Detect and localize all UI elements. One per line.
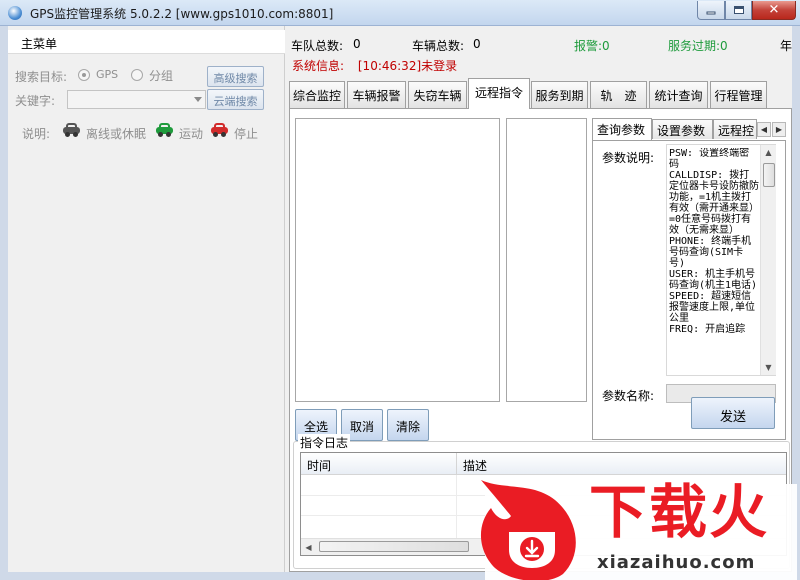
cloud-search-button[interactable]: 云端搜索	[207, 89, 264, 110]
tab-stolen-vehicle[interactable]: 失窃车辆	[408, 81, 467, 108]
advanced-search-button[interactable]: 高级搜索	[207, 66, 264, 87]
tab-remote-command[interactable]: 远程指令	[468, 78, 530, 109]
param-desc-box[interactable]: PSW: 设置终端密码 CALLDISP: 拨打定位器卡号设防撤防功能，=1机主…	[666, 144, 776, 376]
clear-button[interactable]: 清除	[387, 409, 429, 441]
scroll-thumb[interactable]	[763, 163, 775, 187]
car-moving-icon	[156, 123, 173, 137]
column-description[interactable]: 描述	[463, 457, 487, 474]
legend-label: 说明:	[22, 127, 51, 141]
maximize-button[interactable]	[725, 1, 752, 20]
car-stopped-icon	[211, 123, 228, 137]
tab-scroll-left-icon[interactable]: ◀	[757, 122, 771, 137]
scroll-up-icon[interactable]: ▲	[761, 145, 776, 160]
watermark-flame-logo-icon	[480, 480, 576, 580]
minimize-button[interactable]	[697, 1, 725, 20]
car-offline-icon	[63, 123, 80, 137]
left-panel: 主菜单 搜索目标: GPS 分组 高级搜索 关键字: 云端搜索 说明: 离线或休…	[8, 26, 285, 572]
scroll-left-icon[interactable]: ◀	[301, 540, 316, 555]
tab-vehicle-alarm[interactable]: 车辆报警	[347, 81, 406, 108]
tab-service-expiry[interactable]: 服务到期	[531, 81, 588, 108]
main-menu-header[interactable]: 主菜单	[8, 30, 285, 54]
maximize-icon	[733, 6, 744, 14]
scroll-down-icon[interactable]: ▼	[761, 360, 776, 375]
keyword-combobox[interactable]	[67, 90, 206, 109]
command-log-title: 指令日志	[298, 434, 351, 451]
param-desc-scrollbar[interactable]: ▲ ▼	[760, 145, 776, 375]
tab-remote-control[interactable]: 远程控	[713, 119, 757, 139]
alarm-count: 报警:0	[574, 39, 610, 53]
tab-set-params[interactable]: 设置参数	[652, 119, 713, 139]
param-desc-text: PSW: 设置终端密码 CALLDISP: 拨打定位器卡号设防撤防功能，=1机主…	[669, 148, 759, 335]
vehicle-count-label: 车辆总数:	[412, 39, 465, 53]
radio-gps-label: GPS	[96, 68, 119, 81]
param-tab-strip: 查询参数 设置参数 远程控 ◀ ▶	[592, 118, 786, 142]
close-button[interactable]: ✕	[752, 1, 796, 20]
close-icon: ✕	[768, 2, 780, 18]
legend-stopped-label: 停止	[234, 127, 259, 141]
chevron-down-icon	[194, 97, 202, 102]
keyword-label: 关键字:	[15, 94, 56, 108]
radio-gps[interactable]	[78, 69, 90, 81]
window-title-bar: GPS监控管理系统 5.0.2.2 [www.gps1010.com:8801]…	[0, 0, 800, 26]
window-title: GPS监控管理系统 5.0.2.2 [www.gps1010.com:8801]	[30, 7, 334, 21]
tab-track[interactable]: 轨 迹	[590, 81, 647, 108]
tab-trip-management[interactable]: 行程管理	[710, 81, 767, 108]
search-target-label: 搜索目标:	[15, 70, 68, 84]
watermark: 下载火 xiazaihuo.com	[473, 476, 800, 580]
main-tab-strip: 综合监控 车辆报警 失窃车辆 远程指令 服务到期 轨 迹 统计查询 行程管理	[289, 78, 792, 109]
legend-moving-label: 运动	[179, 127, 204, 141]
tab-statistics[interactable]: 统计查询	[649, 81, 708, 108]
app-globe-icon	[8, 6, 22, 20]
year-label: 年	[780, 39, 793, 53]
tab-monitor[interactable]: 综合监控	[289, 81, 345, 108]
fleet-count: 0	[353, 37, 361, 51]
system-info: 系统信息: [10:46:32]未登录	[288, 54, 792, 74]
command-log-header: 时间 描述	[301, 453, 786, 475]
log-scroll-thumb[interactable]	[319, 541, 469, 552]
column-time[interactable]: 时间	[307, 457, 331, 474]
query-params-page: 参数说明: PSW: 设置终端密码 CALLDISP: 拨打定位器卡号设防撤防功…	[592, 140, 786, 440]
radio-group[interactable]	[131, 69, 143, 81]
radio-group-label: 分组	[149, 69, 174, 83]
legend-offline-label: 离线或休眠	[86, 127, 147, 141]
watermark-url: xiazaihuo.com	[597, 552, 756, 573]
system-info-label: 系统信息:	[292, 59, 345, 73]
command-listbox[interactable]	[506, 118, 587, 402]
send-button[interactable]: 发送	[691, 397, 775, 429]
tab-scroll-right-icon[interactable]: ▶	[772, 122, 786, 137]
minimize-icon	[706, 11, 716, 15]
vehicle-count: 0	[473, 37, 481, 51]
system-info-message: [10:46:32]未登录	[357, 59, 458, 73]
service-expired-count: 服务过期:0	[668, 39, 728, 53]
tab-query-params[interactable]: 查询参数	[592, 118, 652, 140]
watermark-brand: 下载火	[589, 478, 770, 546]
param-desc-label: 参数说明:	[602, 151, 655, 165]
vehicle-listbox[interactable]	[295, 118, 500, 402]
fleet-count-label: 车队总数:	[291, 39, 344, 53]
param-name-label: 参数名称:	[602, 389, 655, 403]
